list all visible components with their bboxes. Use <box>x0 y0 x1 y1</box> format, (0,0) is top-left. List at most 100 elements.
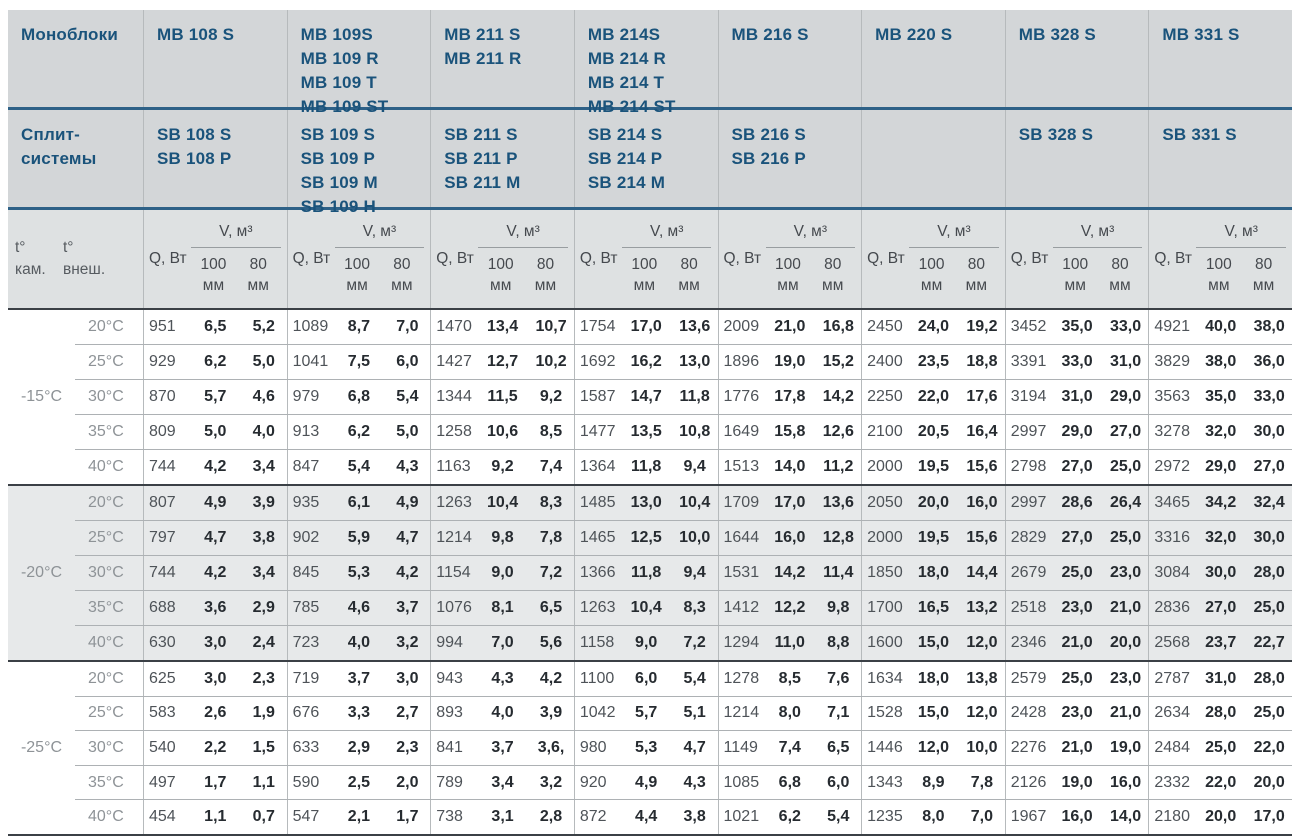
v100-value: 12,7 <box>477 353 528 371</box>
v100-value: 30,0 <box>1195 564 1246 582</box>
q-value: 1896 <box>719 353 765 371</box>
q-value: 2250 <box>862 388 908 406</box>
data-cell: 8475,44,3 <box>287 450 431 484</box>
v100-value: 19,5 <box>908 529 959 547</box>
q-value: 688 <box>144 599 190 617</box>
q-value: 1850 <box>862 564 908 582</box>
q-value: 893 <box>431 704 477 722</box>
diameter-100-header-line1: 100 <box>631 256 657 273</box>
v100-value: 3,7 <box>333 670 384 688</box>
volume-header-block: V, м³100мм80мм <box>766 223 862 296</box>
data-cell: 9025,94,7 <box>287 521 431 555</box>
data-cell: 233222,020,0 <box>1148 766 1292 800</box>
volume-header: V, м³ <box>478 223 568 248</box>
q-value: 2798 <box>1006 458 1052 476</box>
v100-value: 10,6 <box>477 423 528 441</box>
v100-value: 18,0 <box>908 564 959 582</box>
data-cell: 11549,07,2 <box>430 556 574 590</box>
model-name: MB 214 R <box>588 47 718 71</box>
data-cell: 7974,73,8 <box>143 521 287 555</box>
temperature-group: -15°C20°C9516,55,210898,77,0147013,410,7… <box>8 310 1292 484</box>
diameter-100-header-line2: мм <box>921 277 942 294</box>
v100-value: 40,0 <box>1195 318 1246 336</box>
q-value: 1700 <box>862 599 908 617</box>
v80-value: 26,4 <box>1103 494 1149 512</box>
temperature-columns-header: t°кам. t°внеш. <box>8 210 143 308</box>
model-name: MB 328 S <box>1019 23 1149 47</box>
data-cell: 10898,77,0 <box>287 310 431 344</box>
v80-value: 7,8 <box>528 529 574 547</box>
v100-value: 8,7 <box>333 318 384 336</box>
v80-value: 12,8 <box>815 529 861 547</box>
diameter-100-header-line2: мм <box>777 277 798 294</box>
q-value: 1021 <box>719 808 765 826</box>
t-camera-header: t°кам. <box>15 237 46 281</box>
diameter-100-header-line2: мм <box>346 277 367 294</box>
q-value: 943 <box>431 670 477 688</box>
v80-value: 16,0 <box>1103 774 1149 792</box>
q-value: 845 <box>288 564 334 582</box>
data-cell: 9805,34,7 <box>574 731 718 765</box>
q-value: 633 <box>288 739 334 757</box>
v100-value: 24,0 <box>908 318 959 336</box>
table-row: 40°C6303,02,47234,03,29947,05,611589,07,… <box>75 625 1292 660</box>
q-value: 1364 <box>575 458 621 476</box>
table-row: 20°C6253,02,37193,73,09434,34,211006,05,… <box>75 662 1292 696</box>
q-value: 1776 <box>719 388 765 406</box>
diameter-100-header: 100мм <box>478 254 523 296</box>
model-name: MB 211 R <box>444 47 574 71</box>
v100-value: 4,9 <box>190 494 241 512</box>
v100-value: 4,9 <box>621 774 672 792</box>
q-watt-header: Q, Вт <box>144 250 191 268</box>
pipe-diameter-headers: 100мм80мм <box>191 254 281 296</box>
model-name: MB 216 S <box>732 23 862 47</box>
v80-value: 10,4 <box>672 494 718 512</box>
data-cell: 218020,017,0 <box>1148 800 1292 834</box>
q-value: 2428 <box>1006 704 1052 722</box>
data-cell: 170016,513,2 <box>861 591 1005 625</box>
v80-value: 2,9 <box>241 599 287 617</box>
data-cell: 8705,74,6 <box>143 380 287 414</box>
model-name: MB 331 S <box>1162 23 1292 47</box>
data-cell: 5832,61,9 <box>143 697 287 731</box>
v80-value: 4,3 <box>672 774 718 792</box>
diameter-80-header-line2: мм <box>391 277 412 294</box>
diameter-100-header: 100мм <box>622 254 667 296</box>
q-value: 1470 <box>431 318 477 336</box>
data-cell: 7234,03,2 <box>287 626 431 660</box>
q-value: 497 <box>144 774 190 792</box>
q-value: 2346 <box>1006 634 1052 652</box>
v100-value: 22,0 <box>1195 774 1246 792</box>
v80-value: 3,9 <box>241 494 287 512</box>
v100-value: 15,0 <box>908 704 959 722</box>
volume-header-block: V, м³100мм80мм <box>478 223 574 296</box>
v80-value: 27,0 <box>1103 423 1149 441</box>
q-watt-header: Q, Вт <box>1006 250 1053 268</box>
v80-value: 15,6 <box>959 529 1005 547</box>
v80-value: 8,8 <box>815 634 861 652</box>
q-value: 1089 <box>288 318 334 336</box>
v100-value: 10,4 <box>477 494 528 512</box>
v100-value: 21,0 <box>1051 739 1102 757</box>
data-cell: 7193,73,0 <box>287 662 431 696</box>
data-cell: 248425,022,0 <box>1148 731 1292 765</box>
volume-header: V, м³ <box>766 223 856 248</box>
v80-value: 2,8 <box>528 808 574 826</box>
ambient-temp-label: 30°C <box>75 731 143 765</box>
v100-value: 20,0 <box>1195 808 1246 826</box>
data-cell: 212619,016,0 <box>1005 766 1149 800</box>
model-cell: SB 216 SSB 216 P <box>718 110 862 207</box>
v80-value: 16,0 <box>959 494 1005 512</box>
data-cell: 170917,013,6 <box>718 486 862 520</box>
v80-value: 11,8 <box>672 388 718 406</box>
q-value: 744 <box>144 458 190 476</box>
camera-temp-label: -20°C <box>8 486 75 660</box>
model-name: SB 108 P <box>157 147 287 171</box>
v80-value: 29,0 <box>1103 388 1149 406</box>
group-rows: 20°C8074,93,99356,14,9126310,48,3148513,… <box>75 486 1292 660</box>
v100-value: 2,6 <box>190 704 241 722</box>
q-value: 1649 <box>719 423 765 441</box>
v80-value: 6,0 <box>385 353 431 371</box>
v80-value: 38,0 <box>1246 318 1292 336</box>
data-cell: 279827,025,0 <box>1005 450 1149 484</box>
